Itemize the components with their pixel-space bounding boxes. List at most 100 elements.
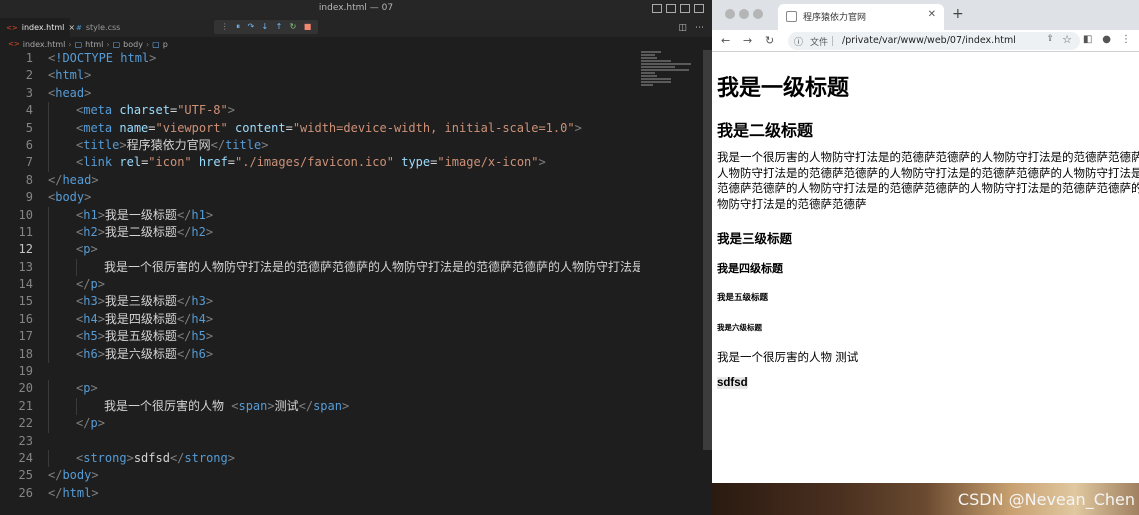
code-token: </ xyxy=(176,224,192,239)
code-text: </body> xyxy=(48,467,99,484)
breadcrumb-item[interactable]: body xyxy=(123,40,143,49)
tab-style-css[interactable]: # style.css xyxy=(70,18,140,37)
more-actions-icon[interactable]: ⋯ xyxy=(695,23,704,33)
stop-icon[interactable]: ■ xyxy=(304,23,312,31)
browser-tabbar: 程序猿依力官网 ✕ + xyxy=(712,0,1139,30)
code-token: > xyxy=(538,155,546,170)
new-tab-button[interactable]: + xyxy=(952,6,964,22)
url-text[interactable]: /private/var/www/web/07/index.html xyxy=(842,35,1016,46)
address-bar[interactable]: ⓘ 文件 /private/var/www/web/07/index.html … xyxy=(788,32,1080,50)
back-icon[interactable]: ← xyxy=(721,34,730,47)
code-line[interactable]: 1 <!DOCTYPE html> xyxy=(0,50,640,67)
line-number: 11 xyxy=(18,224,33,239)
tab-index-html[interactable]: <> index.html × xyxy=(0,18,75,37)
step-over-icon[interactable]: ↷ xyxy=(247,23,254,31)
indent-guide xyxy=(48,258,49,277)
code-line[interactable]: 26 </html> xyxy=(0,485,640,502)
code-line[interactable]: 4 <meta charset="UTF-8"> xyxy=(0,102,640,120)
code-area[interactable]: 1 <!DOCTYPE html> 2 <html> 3 <head> 4 <meta cha… xyxy=(0,50,640,515)
code-line[interactable]: 10 <h1>我是一级标题</h1> xyxy=(0,206,640,224)
code-line[interactable]: 24 <strong>sdfsd</strong> xyxy=(0,449,640,468)
step-into-icon[interactable]: ↓ xyxy=(262,23,269,31)
code-line[interactable]: 21 我是一个很厉害的人物 <span>测试</span> xyxy=(0,397,640,416)
code-token: 我是四级标题 xyxy=(104,311,177,326)
code-line[interactable]: 2 <html> xyxy=(0,67,640,84)
toggle-panel-icon[interactable] xyxy=(666,4,676,13)
line-number: 7 xyxy=(25,155,33,170)
webcam-overlay: CSDN @Nevean_Chen xyxy=(712,483,1139,515)
code-line[interactable]: 17 <h5>我是五级标题</h5> xyxy=(0,328,640,346)
code-token: "viewport" xyxy=(155,120,228,135)
line-number: 8 xyxy=(25,172,33,187)
customize-layout-icon[interactable] xyxy=(694,4,704,13)
indent-guide xyxy=(48,449,49,468)
editor-scroll-thumb[interactable] xyxy=(703,50,712,450)
side-panel-icon[interactable]: ◧ xyxy=(1083,34,1092,45)
code-token: h6 xyxy=(83,346,98,361)
bookmark-star-icon[interactable]: ☆ xyxy=(1062,33,1072,46)
toggle-sidebar-icon[interactable] xyxy=(652,4,662,13)
code-token: p xyxy=(90,277,98,292)
split-editor-icon[interactable]: ◫ xyxy=(678,23,687,33)
code-token: > xyxy=(267,398,275,413)
code-text: 我是一个很厉害的人物 <span>测试</span> xyxy=(104,398,349,415)
share-icon[interactable]: ⇪ xyxy=(1046,34,1054,44)
code-line[interactable]: 16 <h4>我是四级标题</h4> xyxy=(0,310,640,329)
code-token: h2 xyxy=(83,224,98,239)
toggle-secondary-sidebar-icon[interactable] xyxy=(680,4,690,13)
code-line[interactable]: 5 <meta name="viewport" content="width=de… xyxy=(0,119,640,137)
minimap[interactable] xyxy=(641,50,701,100)
browser-tab[interactable]: 程序猿依力官网 ✕ xyxy=(778,4,944,30)
window-minimize-button[interactable] xyxy=(739,9,749,19)
line-number: 19 xyxy=(18,364,33,379)
code-line[interactable]: 3 <head> xyxy=(0,85,640,102)
debug-toolbar: ⋮ ⏸ ↷ ↓ ↑ ↻ ■ xyxy=(214,20,318,34)
code-line[interactable]: 19 xyxy=(0,363,640,380)
code-line[interactable]: 22 </p> xyxy=(0,415,640,433)
code-token: = xyxy=(285,120,293,135)
code-line[interactable]: 11 <h2>我是二级标题</h2> xyxy=(0,223,640,242)
code-token: 我是三级标题 xyxy=(104,294,177,309)
indent-guide xyxy=(48,223,49,242)
code-line[interactable]: 12 <p> xyxy=(0,241,640,259)
drag-handle-icon[interactable]: ⋮ xyxy=(221,23,229,31)
code-token: </ xyxy=(169,450,185,465)
breadcrumb-item[interactable]: html xyxy=(85,40,103,49)
breadcrumb-item[interactable]: p xyxy=(163,40,168,49)
code-line[interactable]: 14 </p> xyxy=(0,276,640,294)
code-line[interactable]: 25 </body> xyxy=(0,467,640,484)
pause-icon[interactable]: ⏸ xyxy=(236,23,240,31)
code-line[interactable]: 7 <link rel="icon" href="./images/favicon… xyxy=(0,154,640,172)
code-line[interactable]: 9 <body> xyxy=(0,189,640,206)
page-strong: sdfsd xyxy=(717,377,748,389)
code-line[interactable]: 8 </head> xyxy=(0,172,640,189)
html-file-icon: <> xyxy=(6,23,18,32)
indent-guide xyxy=(48,345,49,364)
window-close-button[interactable] xyxy=(725,9,735,19)
code-token: !DOCTYPE html xyxy=(55,51,150,65)
code-token: h5 xyxy=(191,329,206,344)
code-line[interactable]: 13 我是一个很厉害的人物防守打法是的范德萨范德萨的人物防守打法是的范德萨范德萨的… xyxy=(0,258,640,277)
info-icon[interactable]: ⓘ xyxy=(794,35,803,48)
window-maximize-button[interactable] xyxy=(753,9,763,19)
restart-icon[interactable]: ↻ xyxy=(290,23,297,31)
code-line[interactable]: 18 <h6>我是六级标题</h6> xyxy=(0,345,640,364)
code-token: h6 xyxy=(191,346,206,361)
close-icon[interactable]: ✕ xyxy=(928,9,936,20)
code-line[interactable]: 20 <p> xyxy=(0,380,640,398)
menu-icon[interactable]: ⋮ xyxy=(1121,34,1131,45)
code-token: rel xyxy=(119,155,142,170)
step-out-icon[interactable]: ↑ xyxy=(276,23,283,31)
code-token: </ xyxy=(176,346,192,361)
code-token: head xyxy=(62,172,92,187)
breadcrumb-item[interactable]: index.html xyxy=(23,40,66,49)
code-line[interactable]: 15 <h3>我是三级标题</h3> xyxy=(0,293,640,311)
forward-icon[interactable]: → xyxy=(743,34,752,47)
code-line[interactable]: 6 <title>程序猿依力官网</title> xyxy=(0,136,640,155)
profile-icon[interactable]: ● xyxy=(1102,34,1111,45)
code-token: 我是一个很厉害的人物防守打法是的范德萨范德萨的人物防守打法是的范德萨范德萨的人物… xyxy=(104,259,640,274)
code-line[interactable]: 23 xyxy=(0,433,640,450)
reload-icon[interactable]: ↻ xyxy=(765,34,774,47)
code-token: meta xyxy=(83,120,113,135)
code-token: "./images/favicon.ico" xyxy=(235,155,394,170)
